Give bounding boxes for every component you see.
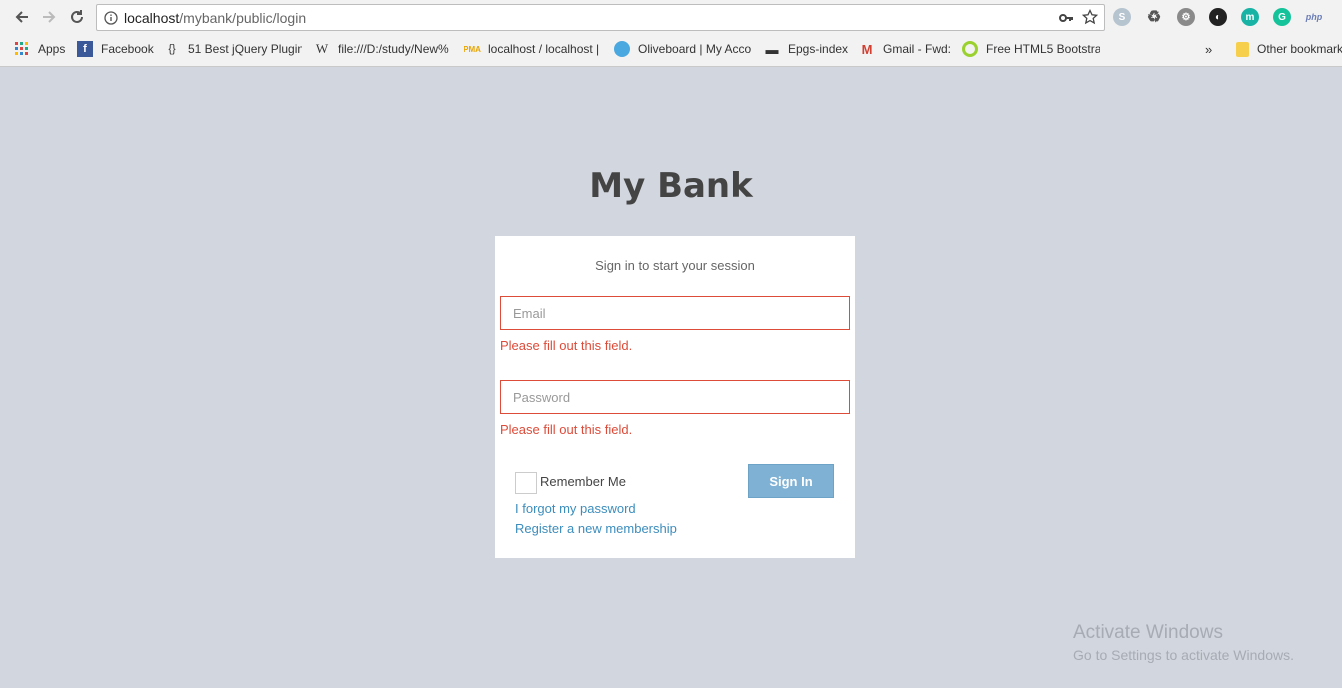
bookmark-file[interactable]: W file:///D:/study/New% bbox=[314, 38, 452, 60]
bookmark-label: localhost / localhost | bbox=[488, 42, 600, 56]
email-error: Please fill out this field. bbox=[500, 338, 633, 353]
browser-toolbar: localhost/mybank/public/login S ♻ ⚙ ◐ m … bbox=[0, 0, 1342, 67]
m-icon[interactable]: m bbox=[1241, 8, 1259, 26]
folder-icon bbox=[1236, 41, 1249, 57]
speedometer-icon[interactable]: ◐ bbox=[1209, 8, 1227, 26]
register-link[interactable]: Register a new membership bbox=[515, 521, 677, 536]
bookmark-epgs[interactable]: ▬ Epgs-index bbox=[764, 38, 852, 60]
bookmark-localhost[interactable]: PMA localhost / localhost | bbox=[464, 38, 602, 60]
grammarly-icon[interactable]: G bbox=[1273, 8, 1291, 26]
activate-windows-title: Activate Windows bbox=[1073, 622, 1223, 643]
braces-icon: {} bbox=[168, 43, 176, 55]
sign-in-button[interactable]: Sign In bbox=[748, 464, 834, 498]
reload-button[interactable] bbox=[66, 6, 88, 28]
gmail-icon: M bbox=[861, 41, 873, 57]
bookmark-label: Oliveboard | My Acco bbox=[638, 42, 752, 56]
login-message: Sign in to start your session bbox=[595, 258, 755, 273]
apps-grid-icon bbox=[14, 41, 30, 57]
skype-icon[interactable]: S bbox=[1113, 8, 1131, 26]
bookmark-gmail[interactable]: M Gmail - Fwd: bbox=[859, 38, 951, 60]
bookmark-bootstrap[interactable]: Free HTML5 Bootstra bbox=[962, 38, 1100, 60]
bookmark-label: Facebook bbox=[101, 42, 154, 56]
email-input[interactable]: Email bbox=[500, 296, 850, 330]
remember-checkbox[interactable] bbox=[515, 472, 537, 494]
star-icon[interactable] bbox=[1082, 9, 1098, 25]
bookmark-label: Free HTML5 Bootstra bbox=[986, 42, 1100, 56]
phpmyadmin-icon: PMA bbox=[464, 44, 481, 54]
info-icon[interactable] bbox=[104, 10, 118, 25]
more-bookmarks-button[interactable]: » bbox=[1205, 38, 1217, 60]
bookmark-apps[interactable]: Apps bbox=[14, 38, 74, 60]
login-box: Sign in to start your session Email Plea… bbox=[495, 236, 855, 558]
recycle-icon[interactable]: ♻ bbox=[1145, 8, 1163, 26]
back-arrow-icon bbox=[15, 11, 28, 23]
password-input[interactable]: Password bbox=[500, 380, 850, 414]
forward-arrow-icon bbox=[43, 11, 56, 23]
bootstrap-icon bbox=[962, 41, 978, 57]
reload-icon bbox=[71, 10, 83, 23]
forgot-password-link[interactable]: I forgot my password bbox=[515, 501, 636, 516]
other-bookmarks-button[interactable]: Other bookmarks bbox=[1236, 38, 1342, 60]
activate-windows-subtitle: Go to Settings to activate Windows. bbox=[1073, 647, 1294, 663]
password-error: Please fill out this field. bbox=[500, 422, 633, 437]
facebook-icon: f bbox=[77, 41, 93, 57]
bookmark-facebook[interactable]: f Facebook bbox=[77, 38, 157, 60]
printer-icon: ▬ bbox=[765, 41, 779, 57]
url-text: localhost/mybank/public/login bbox=[124, 9, 307, 26]
wikipedia-icon: W bbox=[315, 41, 329, 56]
bookmark-label: Other bookmarks bbox=[1257, 42, 1342, 56]
bookmark-label: file:///D:/study/New% bbox=[338, 42, 449, 56]
php-icon[interactable]: php bbox=[1303, 8, 1325, 26]
back-button[interactable] bbox=[11, 6, 33, 28]
address-bar[interactable]: localhost/mybank/public/login bbox=[96, 4, 1105, 31]
remember-label: Remember Me bbox=[540, 474, 626, 489]
bookmark-jquery[interactable]: {} 51 Best jQuery Plugin bbox=[164, 38, 302, 60]
bookmark-label: Epgs-index bbox=[788, 42, 849, 56]
forward-button[interactable] bbox=[38, 6, 60, 28]
page-logo: My Bank bbox=[589, 166, 753, 206]
bookmark-label: 51 Best jQuery Plugin bbox=[188, 42, 302, 56]
bookmark-label: Gmail - Fwd: bbox=[883, 42, 951, 56]
oliveboard-icon bbox=[614, 41, 630, 57]
settings-gear-icon[interactable]: ⚙ bbox=[1177, 8, 1195, 26]
bookmark-oliveboard[interactable]: Oliveboard | My Acco bbox=[614, 38, 752, 60]
bookmarks-bar: Apps f Facebook {} 51 Best jQuery Plugin… bbox=[0, 38, 1342, 60]
bookmark-label: Apps bbox=[38, 42, 66, 56]
key-icon[interactable] bbox=[1058, 10, 1074, 26]
